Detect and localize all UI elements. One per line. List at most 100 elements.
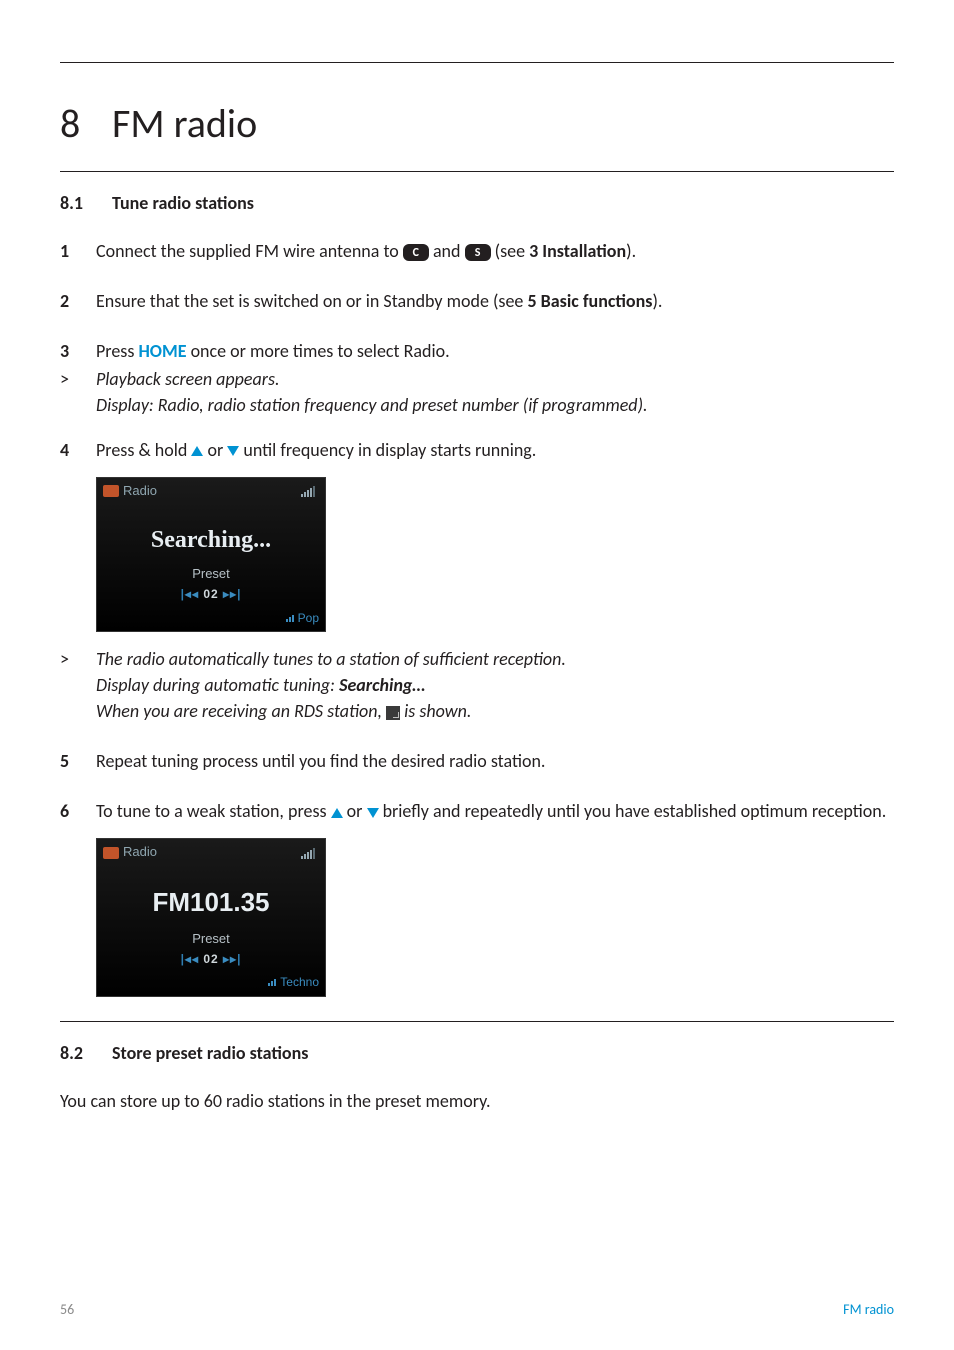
step-number: 5 xyxy=(60,748,96,774)
lcd-status-bar: Radio xyxy=(97,839,325,864)
radio-chip-icon xyxy=(103,847,119,859)
footer-section: FM radio xyxy=(843,1300,894,1320)
prev-icon: ◂◂ xyxy=(185,587,199,601)
radio-chip-icon xyxy=(103,485,119,497)
down-arrow-icon xyxy=(227,446,239,456)
lcd-genre: Pop xyxy=(298,611,319,625)
next-icon: ▸▸ xyxy=(223,587,237,601)
text: When you are receiving an RDS station, xyxy=(96,700,386,722)
down-arrow-icon xyxy=(367,808,379,818)
step-number: 6 xyxy=(60,798,96,824)
s-pill-icon: S xyxy=(465,244,491,261)
step-3: 3 Press HOME once or more times to selec… xyxy=(60,338,894,364)
lcd-preset-nav: |◂◂ 02 ▸▸| xyxy=(97,586,325,609)
result-line: Playback screen appears. xyxy=(96,366,894,392)
section-title: Tune radio stations xyxy=(112,190,254,216)
eq-bars-icon xyxy=(268,978,278,986)
lcd-mode-label: Radio xyxy=(123,482,157,501)
preset-number: 02 xyxy=(203,587,218,601)
ref-basic-functions: 5 Basic functions xyxy=(527,290,652,312)
step-number: 2 xyxy=(60,288,96,314)
step-3-result: > Playback screen appears. Display: Radi… xyxy=(60,366,894,418)
signal-icon xyxy=(301,847,319,859)
chapter-rule xyxy=(60,171,894,172)
searching-label: Searching… xyxy=(339,674,425,696)
next-icon: ▸▸ xyxy=(223,952,237,966)
radio-lcd-frequency: Radio FM101.35 Preset |◂◂ 02 ▸▸| Techno xyxy=(96,838,326,996)
section-8-1-heading: 8.1 Tune radio stations xyxy=(60,190,894,216)
prev-icon: ◂◂ xyxy=(185,952,199,966)
result-line: When you are receiving an RDS station, i… xyxy=(96,698,894,724)
result-body: The radio automatically tunes to a stati… xyxy=(96,646,894,724)
step-5: 5 Repeat tuning process until you find t… xyxy=(60,748,894,774)
step-body: Press HOME once or more times to select … xyxy=(96,338,894,364)
lcd-footer: Pop xyxy=(97,610,325,631)
lcd-preset-nav: |◂◂ 02 ▸▸| xyxy=(97,951,325,974)
text: or xyxy=(203,439,227,461)
result-marker: > xyxy=(60,366,96,418)
text: Connect the supplied FM wire antenna to xyxy=(96,240,403,262)
result-line: Display during automatic tuning: Searchi… xyxy=(96,672,894,698)
result-line: Display: Radio, radio station frequency … xyxy=(96,392,894,418)
chapter-number: 8 xyxy=(60,95,112,153)
lcd-preset-label: Preset xyxy=(97,565,325,586)
lcd-main-text: FM101.35 xyxy=(97,864,325,930)
chapter-heading: 8 FM radio xyxy=(60,95,894,153)
result-marker: > xyxy=(60,646,96,724)
preset-number: 02 xyxy=(203,952,218,966)
section-rule xyxy=(60,1021,894,1022)
text: briefly and repeatedly until you have es… xyxy=(379,800,887,822)
chapter-title: FM radio xyxy=(112,95,257,153)
up-arrow-icon xyxy=(331,808,343,818)
c-pill-icon: C xyxy=(403,244,429,261)
ref-installation: 3 Installation xyxy=(529,240,626,262)
step-2: 2 Ensure that the set is switched on or … xyxy=(60,288,894,314)
step-body: Ensure that the set is switched on or in… xyxy=(96,288,894,314)
rds-icon xyxy=(386,706,400,720)
section-8-2-body: You can store up to 60 radio stations in… xyxy=(60,1088,894,1114)
page-footer: 56 FM radio xyxy=(60,1300,894,1320)
step-body: Connect the supplied FM wire antenna to … xyxy=(96,238,894,264)
step-body: Repeat tuning process until you find the… xyxy=(96,748,894,774)
step-6: 6 To tune to a weak station, press or br… xyxy=(60,798,894,824)
section-number: 8.2 xyxy=(60,1040,112,1066)
lcd-mode-label: Radio xyxy=(123,843,157,862)
result-line: The radio automatically tunes to a stati… xyxy=(96,646,894,672)
page-number: 56 xyxy=(60,1300,74,1320)
step-number: 4 xyxy=(60,437,96,463)
step-body: Press & hold or until frequency in displ… xyxy=(96,437,894,463)
lcd-footer: Techno xyxy=(97,974,325,995)
home-button-label: HOME xyxy=(138,340,186,362)
text: or xyxy=(343,800,367,822)
text: ). xyxy=(626,240,636,262)
text: (see xyxy=(495,240,529,262)
section-title: Store preset radio stations xyxy=(112,1040,308,1066)
radio-lcd-searching: Radio Searching... Preset |◂◂ 02 ▸▸| Pop xyxy=(96,477,326,632)
text: Press xyxy=(96,340,138,362)
step-body: To tune to a weak station, press or brie… xyxy=(96,798,894,824)
text: Display during automatic tuning: xyxy=(96,674,339,696)
text: ). xyxy=(652,290,662,312)
text: Ensure that the set is switched on or in… xyxy=(96,290,527,312)
step-4: 4 Press & hold or until frequency in dis… xyxy=(60,437,894,463)
up-arrow-icon xyxy=(191,446,203,456)
lcd-status-bar: Radio xyxy=(97,478,325,503)
signal-icon xyxy=(301,485,319,497)
text: and xyxy=(433,240,465,262)
text: once or more times to select Radio. xyxy=(187,340,450,362)
result-body: Playback screen appears. Display: Radio,… xyxy=(96,366,894,418)
step-number: 3 xyxy=(60,338,96,364)
lcd-preset-label: Preset xyxy=(97,930,325,951)
eq-bars-icon xyxy=(286,614,296,622)
section-8-2-heading: 8.2 Store preset radio stations xyxy=(60,1040,894,1066)
text: until frequency in display starts runnin… xyxy=(239,439,536,461)
text: Press & hold xyxy=(96,439,191,461)
section-number: 8.1 xyxy=(60,190,112,216)
top-rule xyxy=(60,62,894,63)
text: To tune to a weak station, press xyxy=(96,800,331,822)
step-1: 1 Connect the supplied FM wire antenna t… xyxy=(60,238,894,264)
text: is shown. xyxy=(400,700,471,722)
lcd-genre: Techno xyxy=(280,975,319,989)
lcd-main-text: Searching... xyxy=(97,503,325,566)
auto-tune-result: > The radio automatically tunes to a sta… xyxy=(60,646,894,724)
